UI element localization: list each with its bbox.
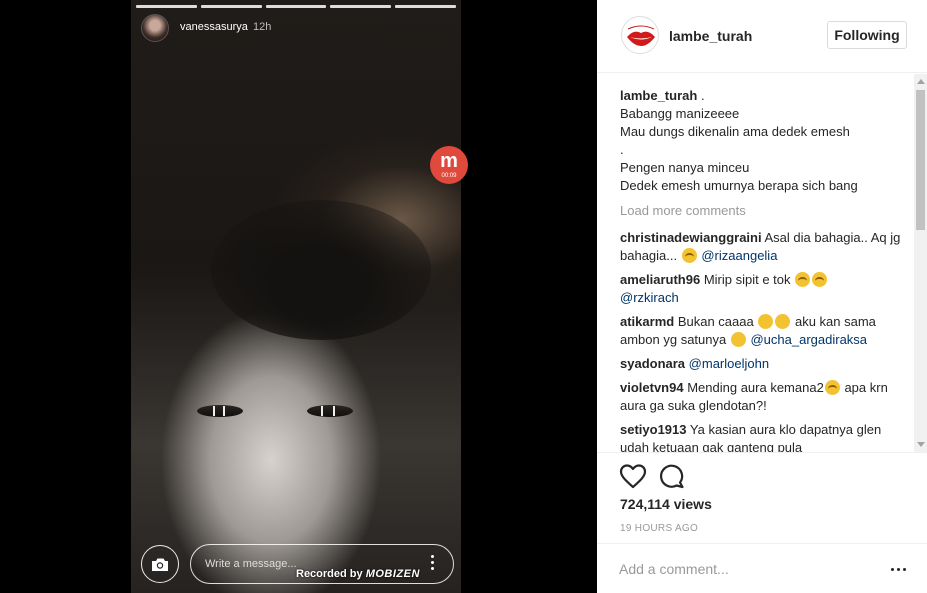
mobizen-timer: 00:09 xyxy=(441,173,457,179)
video-hair-shape xyxy=(211,200,431,340)
story-progress-bar xyxy=(136,5,456,8)
caption-line: Pengen nanya minceu xyxy=(620,160,750,175)
comment-username[interactable]: ameliaruth96 xyxy=(620,272,700,287)
story-time: 12h xyxy=(253,21,272,33)
comment-username[interactable]: atikarmd xyxy=(620,314,674,329)
heart-icon xyxy=(619,464,647,489)
comment-button[interactable] xyxy=(659,463,685,489)
comment-item: christinadewianggraini Asal dia bahagia.… xyxy=(620,229,910,265)
progress-segment xyxy=(200,5,262,8)
caption-line: Mau dungs dikenalin ama dedek emesh xyxy=(620,124,850,139)
comment-text: Mending aura kemana2 xyxy=(687,380,824,395)
post-actions: 724,114 views 19 HOURS AGO xyxy=(597,452,927,542)
comment-mention[interactable]: @marloeljohn xyxy=(689,356,769,371)
progress-segment xyxy=(395,5,456,8)
mobizen-logo-letter: m xyxy=(440,150,458,172)
scroll-up-arrow-icon[interactable] xyxy=(917,79,925,84)
caption-username[interactable]: lambe_turah xyxy=(620,88,697,103)
caption-line: Dedek emesh umurnya berapa sich bang xyxy=(620,178,858,193)
more-horizontal-icon[interactable] xyxy=(891,568,907,572)
story-media-pane[interactable]: vanessasurya 12h m 00:09 Write a message… xyxy=(0,0,597,593)
comment-item: ameliaruth96 Mirip sipit e tok @rzkirach xyxy=(620,271,910,307)
comment-username[interactable]: violetvn94 xyxy=(620,380,684,395)
post-header: lambe_turah Following xyxy=(597,0,927,73)
caption-first-line: lambe_turah . xyxy=(620,87,910,105)
message-placeholder: Write a message... xyxy=(205,558,297,570)
caption-line: Babangg manizeeee xyxy=(620,106,740,121)
sad-face-emoji-icon xyxy=(795,272,811,287)
comments-scrollbar[interactable] xyxy=(914,74,927,452)
story-username[interactable]: vanessasurya xyxy=(180,21,248,33)
scroll-down-arrow-icon[interactable] xyxy=(917,442,925,447)
comment-mention[interactable]: @rizaangelia xyxy=(701,248,777,263)
comment-username[interactable]: christinadewianggraini xyxy=(620,230,762,245)
comment-text: Mirip sipit e tok xyxy=(703,272,791,287)
scrollbar-thumb[interactable] xyxy=(916,90,925,230)
sad-face-emoji-icon xyxy=(812,272,828,287)
story-video[interactable] xyxy=(131,0,461,593)
profile-avatar[interactable] xyxy=(621,16,659,54)
progress-segment xyxy=(136,5,197,8)
like-button[interactable] xyxy=(619,463,647,489)
recorded-by-watermark: Recorded by MOBIZEN xyxy=(296,568,420,580)
view-count[interactable]: 724,114 views xyxy=(620,496,712,512)
laughing-crying-emoji-icon xyxy=(775,314,791,329)
progress-segment xyxy=(265,5,327,8)
post-timestamp[interactable]: 19 HOURS AGO xyxy=(620,523,698,534)
add-comment-section xyxy=(597,543,927,593)
sad-face-emoji-icon xyxy=(681,248,697,263)
caption-line: . xyxy=(620,142,624,157)
camera-icon xyxy=(152,558,168,571)
recorded-by-prefix: Recorded by xyxy=(296,568,363,580)
post-username[interactable]: lambe_turah xyxy=(669,28,752,44)
comment-username[interactable]: syadonara xyxy=(620,356,685,371)
progress-segment xyxy=(330,5,392,8)
comment-item: setiyo1913 Ya kasian aura klo dapatnya g… xyxy=(620,421,910,452)
add-comment-input[interactable] xyxy=(619,558,869,580)
lips-logo-icon xyxy=(623,18,658,53)
comment-text: Bukan caaaa xyxy=(677,314,754,329)
video-eye-right xyxy=(307,405,353,417)
comment-mention[interactable]: @rzkirach xyxy=(620,290,679,305)
mobizen-record-badge[interactable]: m 00:09 xyxy=(430,146,468,184)
comment-icon xyxy=(659,464,684,489)
sweat-smile-emoji-icon xyxy=(730,332,746,347)
post-caption: lambe_turah . Babangg manizeeee Mau dung… xyxy=(620,87,910,195)
crying-emoji-icon xyxy=(824,380,840,395)
comment-item: atikarmd Bukan caaaa aku kan sama ambon … xyxy=(620,313,910,349)
comment-item: syadonara @marloeljohn xyxy=(620,355,910,373)
caption-text: . xyxy=(700,88,705,103)
video-eye-left xyxy=(197,405,243,417)
following-button[interactable]: Following xyxy=(827,21,907,49)
load-more-comments[interactable]: Load more comments xyxy=(620,202,910,220)
laughing-crying-emoji-icon xyxy=(758,314,774,329)
post-panel: lambe_turah Following lambe_turah . Baba… xyxy=(597,0,927,593)
camera-button[interactable] xyxy=(141,545,179,583)
comments-list[interactable]: lambe_turah . Babangg manizeeee Mau dung… xyxy=(597,74,927,452)
recorded-by-brand: MOBIZEN xyxy=(365,568,420,580)
story-avatar[interactable] xyxy=(141,14,169,42)
more-vertical-icon[interactable] xyxy=(431,555,435,573)
comment-username[interactable]: setiyo1913 xyxy=(620,422,687,437)
comment-mention[interactable]: @ucha_argadiraksa xyxy=(750,332,867,347)
comment-item: violetvn94 Mending aura kemana2 apa krn … xyxy=(620,379,910,415)
